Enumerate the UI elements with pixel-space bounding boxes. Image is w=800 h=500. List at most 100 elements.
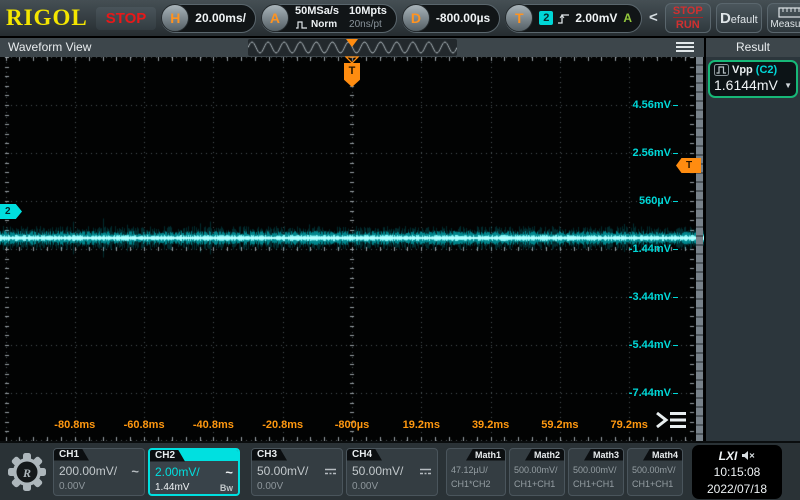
math4-tab: Math4	[643, 449, 682, 461]
trigger-settings-group[interactable]: T 2 2.00mV A	[505, 4, 642, 33]
results-menu-icon[interactable]	[652, 409, 690, 431]
channel1-card[interactable]: CH1 200.00mV/ ~ 0.00V	[53, 448, 145, 496]
default-button[interactable]: Default	[716, 3, 762, 33]
result-sidebar: Result Vpp (C2) 1.6144mV ▼	[706, 38, 800, 441]
overview-trigger-position-icon[interactable]	[346, 39, 358, 47]
vpp-value: 1.6144mV	[714, 77, 778, 93]
ac-coupling-icon: ~	[131, 464, 139, 479]
channel2-scale: 2.00mV/	[155, 465, 200, 479]
channel-status-bar: R CH1 200.00mV/ ~ 0.00V CH2 2.00mV/ ~ 1.…	[0, 441, 800, 500]
dc-coupling-icon	[419, 467, 432, 476]
trigger-position-notch-icon	[345, 56, 359, 64]
measure-button[interactable]: Measure	[767, 3, 800, 33]
y-axis-label: 560µV	[639, 195, 671, 207]
y-axis-label: 2.56mV	[632, 147, 671, 159]
stop-run-button[interactable]: STOP RUN	[665, 3, 711, 33]
math4-scale: 500.00mV/	[632, 463, 678, 477]
x-axis-label: -800µs	[335, 419, 369, 431]
y-axis-label: -5.44mV	[629, 339, 671, 351]
x-axis-label: -80.8ms	[54, 419, 95, 431]
ruler-icon	[778, 7, 800, 18]
waveform-view-title: Waveform View	[8, 40, 91, 54]
lxi-label: LXI	[719, 449, 738, 463]
vpp-measurement-card[interactable]: Vpp (C2) 1.6144mV ▼	[708, 60, 798, 98]
trigger-level-value: 2.00mV	[575, 11, 617, 25]
clock-panel[interactable]: LXI 10:15:08 2022/07/18	[692, 445, 782, 499]
channel4-scale: 50.00mV/	[352, 464, 403, 478]
vertical-scale-ruler[interactable]	[696, 57, 703, 441]
x-axis-label: 39.2ms	[472, 419, 509, 431]
math1-card[interactable]: Math1 47.12µU/ CH1*CH2	[446, 448, 506, 496]
horizontal-knob[interactable]: H	[161, 4, 189, 32]
x-axis-label: -40.8ms	[193, 419, 234, 431]
math3-card[interactable]: Math3 500.00mV/ CH1+CH1	[568, 448, 624, 496]
math4-card[interactable]: Math4 500.00mV/ CH1+CH1	[627, 448, 683, 496]
math2-tab: Math2	[525, 449, 564, 461]
rigol-logo: RIGOL	[3, 5, 91, 31]
hamburger-menu-icon[interactable]	[676, 42, 694, 52]
trigger-slope-rising-icon	[557, 11, 570, 26]
oscilloscope-screen: RIGOL STOP H 20.00ms/ A 50MSa/s Norm 10M…	[0, 0, 800, 500]
x-axis-label: 19.2ms	[403, 419, 440, 431]
y-axis-label: -7.44mV	[629, 387, 671, 399]
channel4-offset: 0.00V	[352, 481, 378, 492]
math2-expression: CH1+CH1	[514, 477, 560, 491]
dc-coupling-icon	[324, 467, 337, 476]
y-axis-label: -3.44mV	[629, 291, 671, 303]
x-axis-label: -60.8ms	[124, 419, 165, 431]
acquire-settings-group[interactable]: A 50MSa/s Norm 10Mpts 20ns/pt	[261, 4, 397, 33]
rigol-gear-logo-icon[interactable]: R	[4, 451, 50, 493]
math2-scale: 500.00mV/	[514, 463, 560, 477]
acquisition-mode-icon	[295, 21, 308, 29]
channel2-offset: 1.44mV	[155, 482, 189, 493]
x-axis-label: 79.2ms	[611, 419, 648, 431]
math1-tab: Math1	[466, 449, 505, 461]
memory-depth-value: 10Mpts	[349, 5, 387, 18]
channel4-card[interactable]: CH4 50.00mV/ 0.00V	[346, 448, 438, 496]
result-header: Result	[706, 38, 800, 57]
channel3-card[interactable]: CH3 50.00mV/ 0.00V	[251, 448, 343, 496]
bandwidth-limit-badge: BW	[220, 483, 233, 493]
horizontal-scale-value: 20.00ms/	[195, 11, 246, 25]
waveform-canvas	[0, 57, 704, 441]
math3-scale: 500.00mV/	[573, 463, 619, 477]
math3-tab: Math3	[584, 449, 623, 461]
channel2-card[interactable]: CH2 2.00mV/ ~ 1.44mV BW	[148, 448, 240, 496]
svg-text:R: R	[22, 466, 31, 480]
vpp-channel-label: (C2)	[756, 64, 777, 76]
x-axis-label: -20.8ms	[262, 419, 303, 431]
trigger-knob[interactable]: T	[505, 4, 533, 32]
channel1-scale: 200.00mV/	[59, 464, 117, 478]
math3-expression: CH1+CH1	[573, 477, 619, 491]
measurement-waveform-icon	[714, 64, 729, 76]
math2-card[interactable]: Math2 500.00mV/ CH1+CH1	[509, 448, 565, 496]
system-date: 2022/07/18	[692, 481, 782, 498]
waveform-overview-strip[interactable]	[248, 39, 457, 56]
horizontal-settings-group[interactable]: H 20.00ms/	[161, 4, 256, 33]
system-time: 10:15:08	[692, 464, 782, 481]
delay-settings-group[interactable]: D -800.00µs	[402, 4, 500, 33]
channel2-tab: CH2	[150, 450, 185, 462]
trigger-status-flag: A	[623, 11, 632, 25]
ac-coupling-icon: ~	[225, 465, 233, 480]
top-toolbar: RIGOL STOP H 20.00ms/ A 50MSa/s Norm 10M…	[0, 0, 800, 36]
channel3-scale: 50.00mV/	[257, 464, 308, 478]
delay-knob[interactable]: D	[402, 4, 430, 32]
vpp-dropdown-icon[interactable]: ▼	[784, 81, 792, 90]
run-state-indicator: STOP	[96, 7, 157, 30]
channel1-offset: 0.00V	[59, 481, 85, 492]
trigger-source-badge: 2	[539, 11, 553, 25]
channel1-tab: CH1	[54, 449, 89, 461]
waveform-view-tabbar: Waveform View	[0, 38, 704, 57]
x-axis-label: 59.2ms	[541, 419, 578, 431]
acquire-knob[interactable]: A	[261, 4, 289, 32]
y-axis-label: -1.44mV	[629, 243, 671, 255]
mute-speaker-icon	[741, 450, 755, 461]
toolbar-nav-left-icon[interactable]: <	[647, 3, 660, 33]
vpp-label: Vpp	[732, 64, 753, 76]
channel4-tab: CH4	[347, 449, 382, 461]
delay-value: -800.00µs	[436, 11, 490, 25]
channel3-tab: CH3	[252, 449, 287, 461]
acquisition-mode-value: Norm	[311, 18, 337, 31]
waveform-plot[interactable]: -80.8ms -60.8ms -40.8ms -20.8ms -800µs 19.2ms…	[0, 57, 704, 441]
